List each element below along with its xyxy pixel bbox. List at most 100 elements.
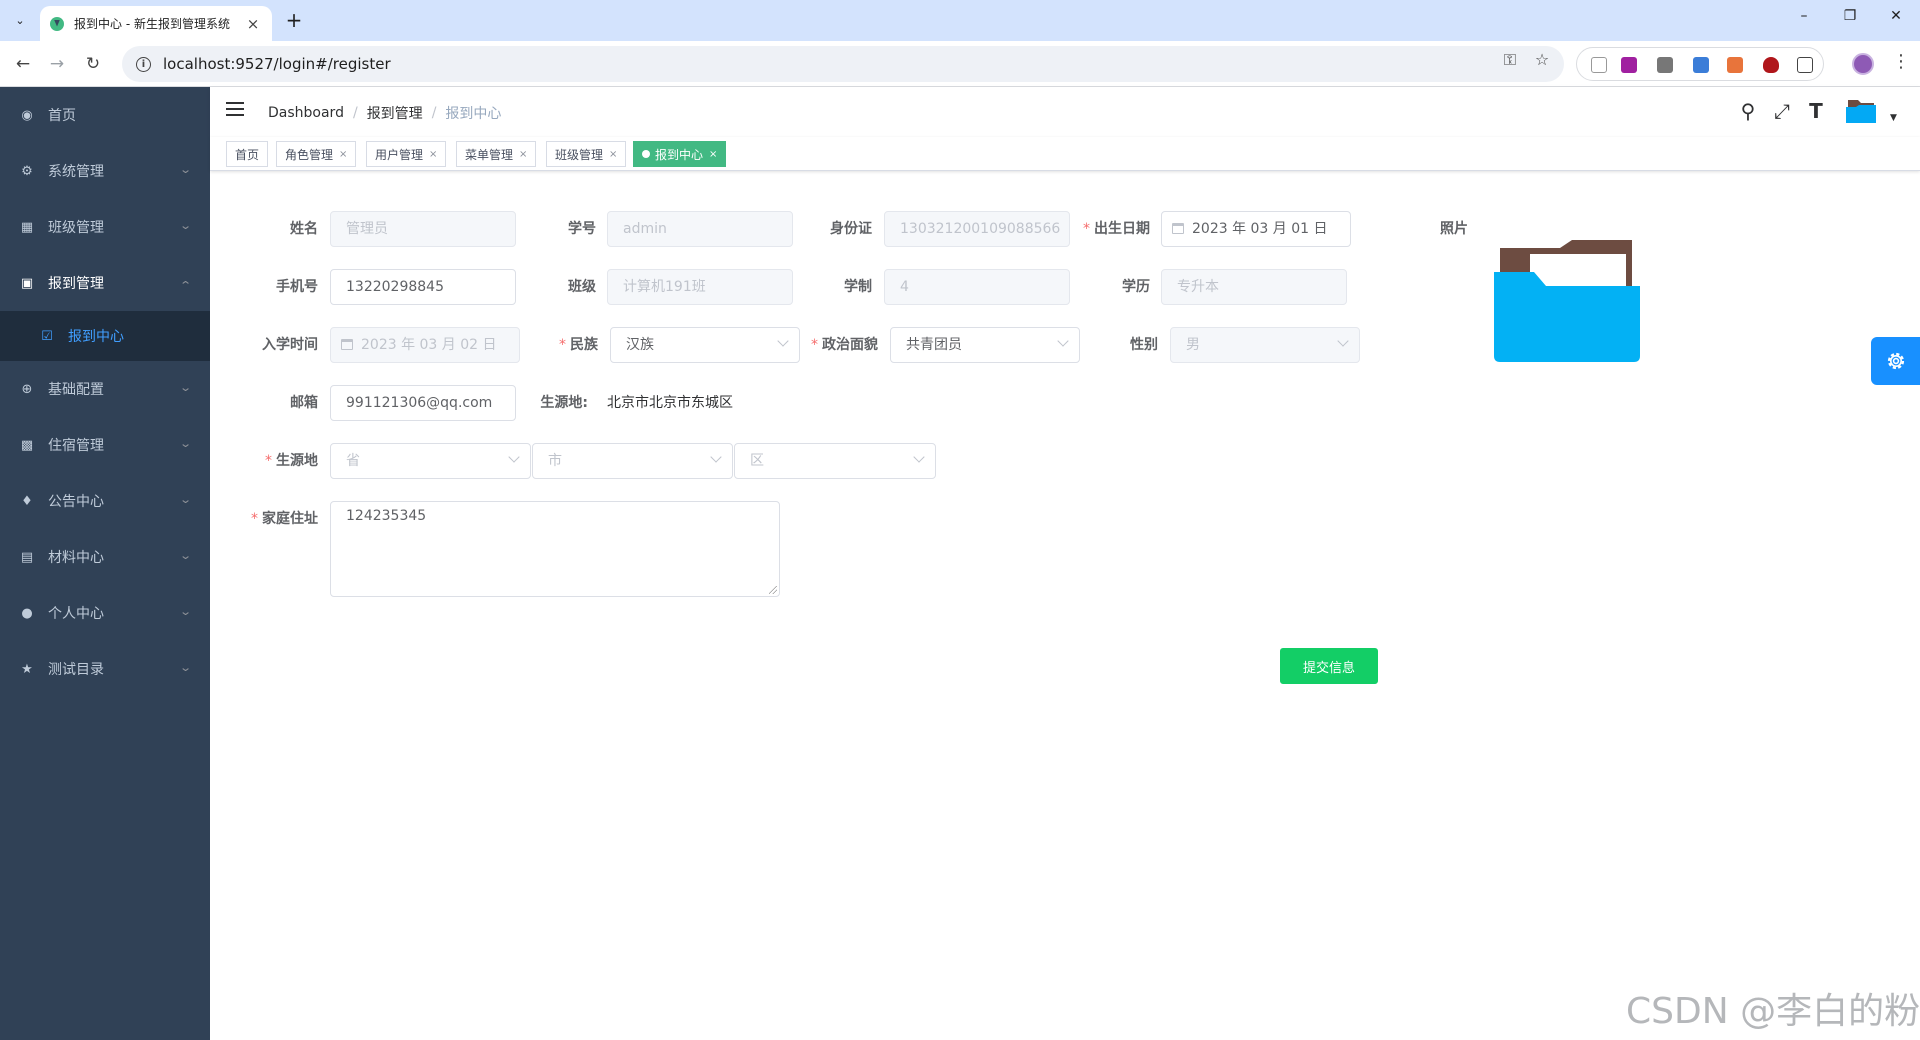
- cursor-extension-icon[interactable]: [1591, 57, 1607, 73]
- sidebar-item-dormitory[interactable]: ▩ 住宿管理 ⌄: [0, 417, 210, 473]
- tag-class-management[interactable]: 班级管理 ×: [546, 141, 627, 167]
- sidebar-item-class[interactable]: ▦ 班级管理 ⌄: [0, 199, 210, 255]
- profile-avatar-icon[interactable]: [1852, 53, 1874, 75]
- back-arrow-icon[interactable]: ←: [10, 51, 36, 77]
- settings-fab[interactable]: [1871, 337, 1920, 385]
- caret-down-icon[interactable]: ▼: [1890, 113, 1897, 123]
- fullscreen-icon[interactable]: ⤢: [1770, 99, 1794, 123]
- tag-register-center[interactable]: 报到中心 ×: [633, 141, 727, 167]
- window-close-icon[interactable]: ✕: [1884, 8, 1908, 24]
- email-label: 邮箱: [290, 395, 318, 411]
- monitor-icon: ▣: [20, 275, 34, 291]
- photo-folder-icon[interactable]: [1490, 236, 1644, 364]
- sidebar-item-registration[interactable]: ▣ 报到管理 ⌃: [0, 255, 210, 311]
- browser-tab[interactable]: 报到中心 - 新生报到管理系统 ×: [40, 6, 272, 41]
- birth-date-picker[interactable]: 2023 年 03 月 01 日: [1161, 211, 1351, 247]
- enroll-date-picker: 2023 年 03 月 02 日: [330, 327, 520, 363]
- sidebar-item-test[interactable]: ★ 测试目录 ⌄: [0, 641, 210, 697]
- education-input: 专升本: [1161, 269, 1347, 305]
- sidebar-item-base-config[interactable]: ⊕ 基础配置 ⌄: [0, 361, 210, 417]
- phone-input[interactable]: 13220298845: [330, 269, 516, 305]
- forward-arrow-icon[interactable]: →: [44, 51, 70, 77]
- district-select[interactable]: 区: [734, 443, 936, 479]
- birth-date-label-text: 出生日期: [1094, 221, 1150, 237]
- tag-close-icon[interactable]: ×: [519, 149, 527, 160]
- breadcrumb-root[interactable]: Dashboard: [268, 105, 344, 121]
- avatar-folder-icon[interactable]: [1844, 97, 1878, 125]
- tag-role-management[interactable]: 角色管理 ×: [276, 141, 357, 167]
- extensions-puzzle-icon[interactable]: [1797, 57, 1813, 73]
- sidebar-subitem-register-center[interactable]: ☑ 报到中心: [0, 311, 210, 361]
- site-info-icon[interactable]: i: [136, 56, 151, 72]
- city-select[interactable]: 市: [532, 443, 733, 479]
- restore-icon[interactable]: ❐: [1838, 8, 1862, 24]
- sidebar-item-label: 系统管理: [48, 164, 104, 180]
- new-tab-plus-icon[interactable]: +: [282, 8, 306, 32]
- email-input[interactable]: 991121306@qq.com: [330, 385, 516, 421]
- search-icon[interactable]: ⚲: [1736, 99, 1760, 123]
- sidebar-item-notice[interactable]: ♦ 公告中心 ⌄: [0, 473, 210, 529]
- url-text[interactable]: localhost:9527/login#/register: [163, 55, 391, 73]
- sidebar-item-label: 报到管理: [48, 276, 104, 292]
- bar-chart-icon: ▩: [20, 437, 34, 453]
- name-input: 管理员: [330, 211, 516, 247]
- origin-display-value: 北京市北京市东城区: [607, 395, 733, 411]
- sidebar-item-profile[interactable]: ● 个人中心 ⌄: [0, 585, 210, 641]
- tag-label: 报到中心: [655, 147, 704, 162]
- tag-user-management[interactable]: 用户管理 ×: [366, 141, 447, 167]
- hamburger-menu-icon[interactable]: [226, 102, 244, 118]
- province-placeholder: 省: [346, 453, 360, 469]
- browser-menu-icon[interactable]: ⋮: [1892, 51, 1910, 72]
- breadcrumb-parent[interactable]: 报到管理: [367, 103, 423, 123]
- calendar-icon: [341, 339, 353, 350]
- tab-search-chevron-icon[interactable]: ⌄: [8, 9, 32, 31]
- layers-extension-icon[interactable]: [1693, 57, 1709, 73]
- political-status-select[interactable]: 共青团员: [890, 327, 1080, 363]
- ethnicity-select[interactable]: 汉族: [610, 327, 800, 363]
- birth-date-label: * 出生日期: [1076, 211, 1150, 247]
- chevron-down-icon: [508, 451, 520, 463]
- browser-tabstrip: ⌄ 报到中心 - 新生报到管理系统 × + – ❐ ✕: [0, 0, 1920, 41]
- key-icon[interactable]: ⚿: [1500, 50, 1520, 70]
- tag-label: 首页: [235, 147, 260, 162]
- rp-extension-icon[interactable]: [1621, 57, 1637, 73]
- resize-grip-icon[interactable]: [769, 586, 777, 594]
- calendar-icon: [1172, 223, 1184, 234]
- province-select[interactable]: 省: [330, 443, 531, 479]
- sidebar-item-label: 测试目录: [48, 662, 104, 678]
- ublock-shield-icon[interactable]: [1763, 57, 1779, 73]
- required-asterisk: *: [251, 511, 258, 527]
- tag-label: 角色管理: [285, 147, 334, 162]
- grid-icon: ▦: [20, 219, 34, 235]
- sidebar-item-label: 公告中心: [48, 494, 104, 510]
- watermark: CSDN @李白的粉: [1626, 991, 1920, 1032]
- city-placeholder: 市: [548, 453, 562, 469]
- submit-button[interactable]: 提交信息: [1280, 648, 1378, 684]
- sidebar-item-materials[interactable]: ▤ 材料中心 ⌄: [0, 529, 210, 585]
- tag-close-icon[interactable]: ×: [709, 149, 717, 160]
- chevron-down-icon: ⌄: [178, 381, 192, 394]
- figure-extension-icon[interactable]: [1727, 57, 1743, 73]
- close-tab-icon[interactable]: ×: [244, 15, 262, 33]
- id-card-label: 身份证: [830, 221, 872, 237]
- minimize-icon[interactable]: –: [1792, 8, 1816, 24]
- tag-close-icon[interactable]: ×: [429, 149, 437, 160]
- tag-close-icon[interactable]: ×: [609, 149, 617, 160]
- tag-close-icon[interactable]: ×: [339, 149, 347, 160]
- extensions-group: [1576, 47, 1824, 81]
- address-bar[interactable]: i localhost:9527/login#/register: [122, 46, 1564, 82]
- tag-home[interactable]: 首页: [226, 141, 269, 167]
- sidebar-subitem-label: 报到中心: [68, 329, 124, 345]
- incognito-extension-icon[interactable]: [1657, 57, 1673, 73]
- student-id-input: admin: [607, 211, 793, 247]
- sidebar-item-label: 基础配置: [48, 382, 104, 398]
- chevron-down-icon: [913, 451, 925, 463]
- address-textarea[interactable]: 124235345: [330, 501, 780, 597]
- sidebar-item-home[interactable]: ◉ 首页: [0, 87, 210, 143]
- reload-icon[interactable]: ↻: [80, 51, 106, 77]
- tag-menu-management[interactable]: 菜单管理 ×: [456, 141, 537, 167]
- bookmark-star-icon[interactable]: ☆: [1532, 50, 1552, 69]
- breadcrumb-separator: /: [431, 105, 437, 121]
- sidebar-item-system[interactable]: ⚙ 系统管理 ⌄: [0, 143, 210, 199]
- font-size-icon[interactable]: T: [1804, 99, 1828, 123]
